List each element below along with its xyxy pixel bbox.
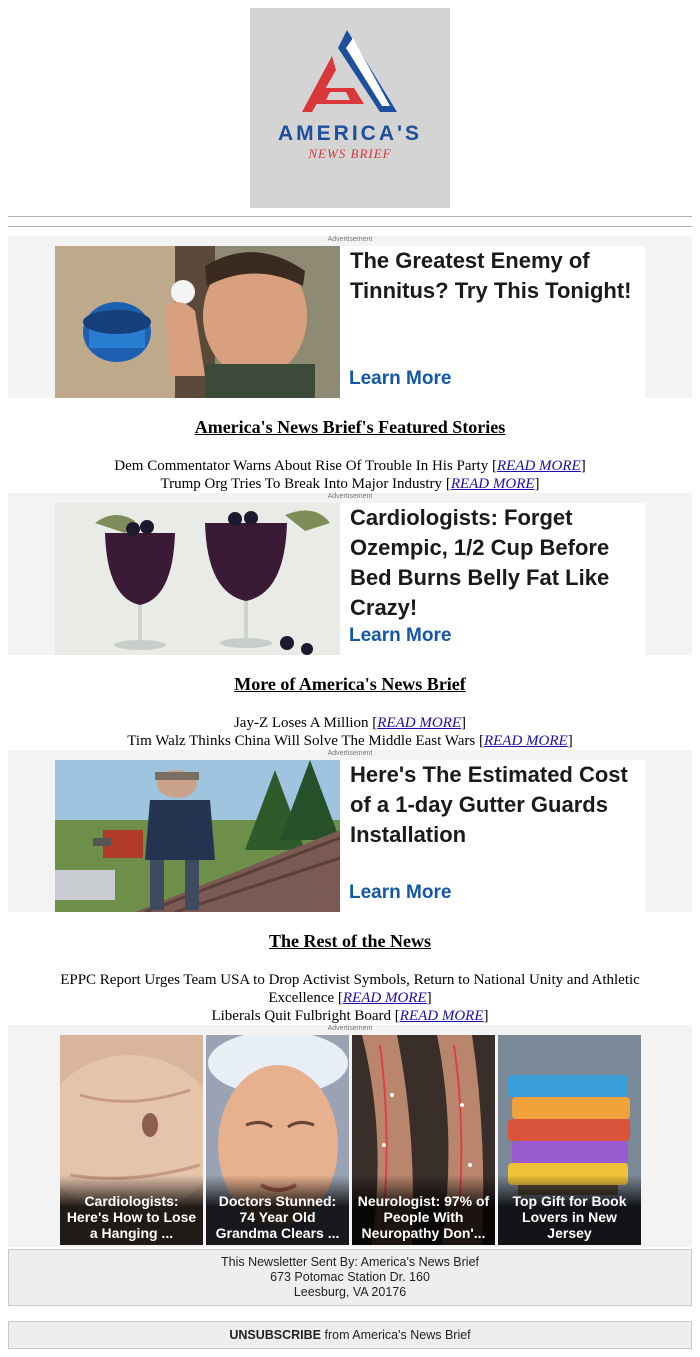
ad-label: Advertisement	[327, 1025, 373, 1032]
ad-tile-caption[interactable]: Neurologist: 97% of People With Neuropat…	[356, 1193, 491, 1241]
ad-grid: Advertisement Cardiologists: Here's How …	[8, 1025, 692, 1247]
learn-more-link[interactable]: Learn More	[349, 368, 451, 390]
read-more-link[interactable]: READ MORE	[484, 733, 568, 749]
read-more-link[interactable]: READ MORE	[377, 715, 461, 731]
story-line: Trump Org Tries To Break Into Major Indu…	[160, 476, 540, 492]
learn-more-link[interactable]: Learn More	[349, 625, 451, 647]
ad-banner-3: Advertisement Here's The Estimated Cost …	[8, 750, 692, 912]
learn-more-link[interactable]: Learn More	[349, 882, 451, 904]
ad-tile[interactable]: Top Gift for Book Lovers in New Jersey	[498, 1035, 641, 1245]
story-line: EPPC Report Urges Team USA to Drop Activ…	[60, 972, 640, 1006]
divider	[8, 226, 692, 227]
ad-image[interactable]	[55, 246, 340, 398]
ad-image[interactable]	[55, 503, 340, 655]
story-line: Liberals Quit Fulbright Board [READ MORE…	[211, 1008, 489, 1024]
section-title: America's News Brief's Featured Stories	[194, 417, 506, 437]
ad-tile-caption[interactable]: Doctors Stunned: 74 Year Old Grandma Cle…	[210, 1193, 345, 1241]
logo-wordmark: AMERICA'S	[278, 122, 422, 145]
section-title: More of America's News Brief	[234, 674, 466, 694]
ad-banner-1: Advertisement The Greatest Enemy of Tinn…	[8, 236, 692, 398]
ad-card[interactable]: The Greatest Enemy of Tinnitus? Try This…	[55, 246, 645, 398]
footer-city-line: Leesburg, VA 20176	[293, 1285, 407, 1299]
ad-tile-caption[interactable]: Cardiologists: Here's How to Lose a Hang…	[64, 1193, 199, 1241]
divider	[8, 216, 692, 217]
ad-tile[interactable]: Doctors Stunned: 74 Year Old Grandma Cle…	[206, 1035, 349, 1245]
story-headline: Jay-Z Loses A Million	[233, 715, 369, 731]
ad-image[interactable]	[55, 760, 340, 912]
story-line: Dem Commentator Warns About Rise Of Trou…	[114, 458, 586, 474]
ad-label: Advertisement	[327, 236, 373, 243]
footer-address-line: 673 Potomac Station Dr. 160	[270, 1270, 430, 1284]
story-headline: Trump Org Tries To Break Into Major Indu…	[160, 476, 443, 492]
ad-label: Advertisement	[327, 750, 373, 757]
logo-subtitle: NEWS BRIEF	[308, 146, 392, 161]
story-line: Jay-Z Loses A Million [READ MORE]	[233, 715, 467, 731]
story-headline: Liberals Quit Fulbright Board	[211, 1008, 392, 1024]
site-logo: AMERICA'S NEWS BRIEF	[250, 8, 450, 208]
read-more-link[interactable]: READ MORE	[400, 1008, 484, 1024]
ad-card[interactable]: Here's The Estimated Cost of a 1-day Gut…	[55, 760, 645, 912]
story-headline: Dem Commentator Warns About Rise Of Trou…	[114, 458, 489, 474]
ad-headline[interactable]: Here's The Estimated Cost of a 1-day Gut…	[350, 760, 645, 850]
ad-label: Advertisement	[327, 493, 373, 500]
section-title: The Rest of the News	[269, 931, 431, 951]
ad-headline[interactable]: The Greatest Enemy of Tinnitus? Try This…	[350, 246, 645, 306]
read-more-link[interactable]: READ MORE	[451, 476, 535, 492]
unsubscribe-link[interactable]: UNSUBSCRIBE	[229, 1328, 321, 1342]
read-more-link[interactable]: READ MORE	[343, 990, 427, 1006]
triangle-logo-icon	[302, 30, 397, 112]
newsletter-footer: This Newsletter Sent By: America's News …	[8, 1249, 692, 1306]
unsubscribe-text: from America's News Brief	[321, 1328, 471, 1342]
ad-tile-caption[interactable]: Top Gift for Book Lovers in New Jersey	[502, 1193, 637, 1241]
ad-headline[interactable]: Cardiologists: Forget Ozempic, 1/2 Cup B…	[350, 503, 645, 623]
ad-banner-2: Advertisement Cardiologists: Forget Ozem…	[8, 493, 692, 655]
story-headline: Tim Walz Thinks China Will Solve The Mid…	[127, 733, 476, 749]
unsubscribe-bar: UNSUBSCRIBE from America's News Brief	[8, 1321, 692, 1349]
ad-card[interactable]: Cardiologists: Forget Ozempic, 1/2 Cup B…	[55, 503, 645, 655]
story-line: Tim Walz Thinks China Will Solve The Mid…	[127, 733, 573, 749]
read-more-link[interactable]: READ MORE	[497, 458, 581, 474]
ad-tile[interactable]: Cardiologists: Here's How to Lose a Hang…	[60, 1035, 203, 1245]
footer-sender: This Newsletter Sent By: America's News …	[220, 1255, 480, 1269]
ad-tile[interactable]: Neurologist: 97% of People With Neuropat…	[352, 1035, 495, 1245]
